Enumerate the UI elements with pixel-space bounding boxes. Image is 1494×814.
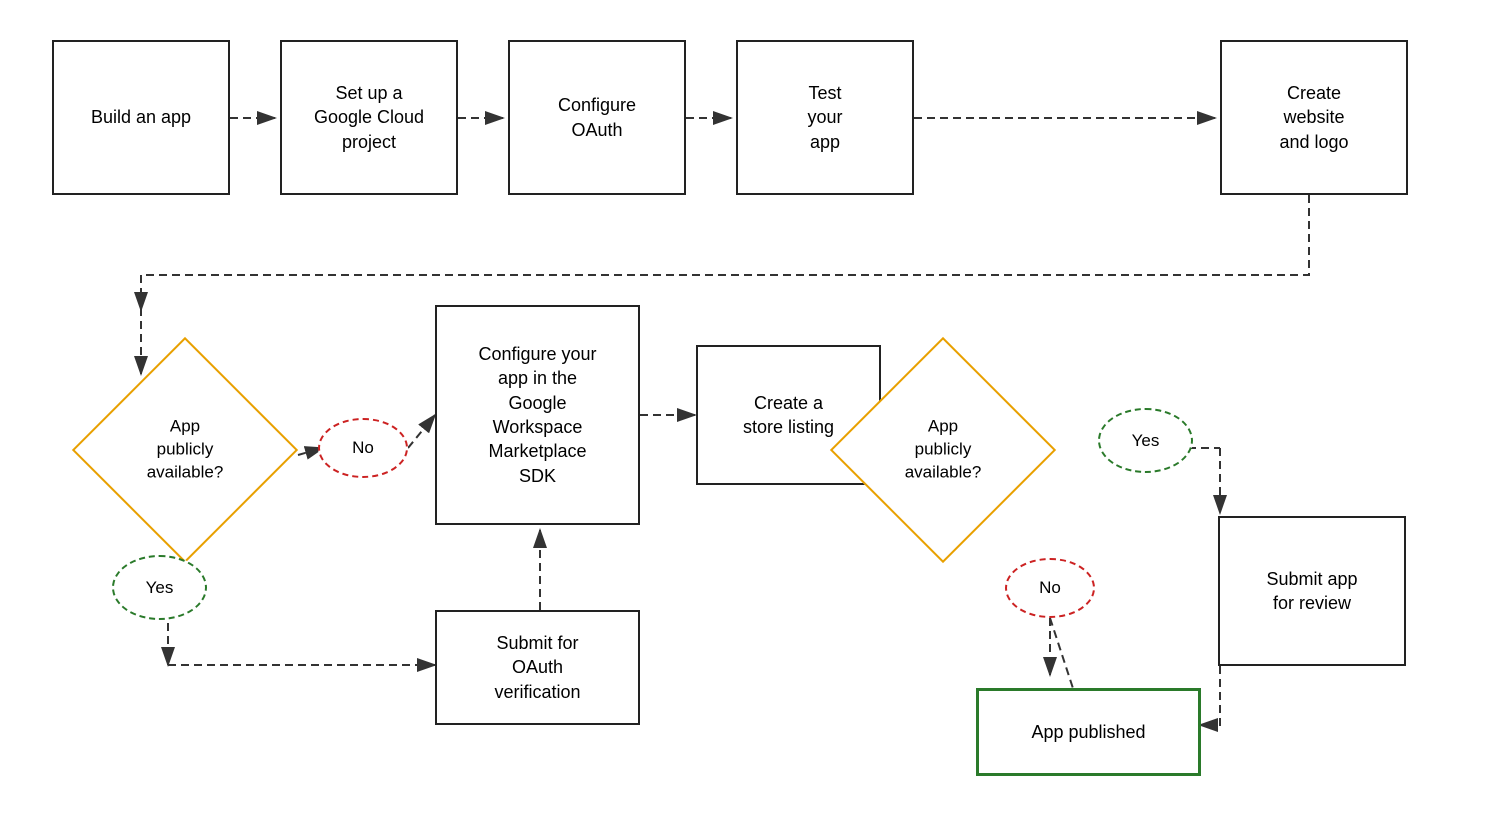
google-cloud-box: Set up aGoogle Cloudproject <box>280 40 458 195</box>
configure-workspace-box: Configure yourapp in theGoogleWorkspaceM… <box>435 305 640 525</box>
submit-review-label: Submit appfor review <box>1266 567 1357 616</box>
left-diamond <box>72 337 298 563</box>
right-diamond-container: Apppubliclyavailable? <box>858 365 1028 535</box>
build-app-box: Build an app <box>52 40 230 195</box>
website-logo-box: Createwebsiteand logo <box>1220 40 1408 195</box>
test-app-box: Testyourapp <box>736 40 914 195</box>
flowchart-diagram: Build an app Set up aGoogle Cloudproject… <box>0 0 1494 814</box>
no-left-label: No <box>352 438 374 458</box>
build-app-label: Build an app <box>91 105 191 129</box>
left-diamond-container: Apppubliclyavailable? <box>100 365 270 535</box>
no-oval-left: No <box>318 418 408 478</box>
yes-left-label: Yes <box>146 578 174 598</box>
configure-oauth-box: ConfigureOAuth <box>508 40 686 195</box>
no-right-label: No <box>1039 578 1061 598</box>
website-logo-label: Createwebsiteand logo <box>1279 81 1348 154</box>
no-oval-right: No <box>1005 558 1095 618</box>
google-cloud-label: Set up aGoogle Cloudproject <box>314 81 424 154</box>
yes-oval-left: Yes <box>112 555 207 620</box>
app-published-label: App published <box>1031 720 1145 744</box>
test-app-label: Testyourapp <box>807 81 842 154</box>
submit-oauth-box: Submit forOAuthverification <box>435 610 640 725</box>
yes-right-label: Yes <box>1132 431 1160 451</box>
create-store-label: Create astore listing <box>743 391 834 440</box>
submit-review-box: Submit appfor review <box>1218 516 1406 666</box>
right-diamond <box>830 337 1056 563</box>
configure-workspace-label: Configure yourapp in theGoogleWorkspaceM… <box>478 342 596 488</box>
configure-oauth-label: ConfigureOAuth <box>558 93 636 142</box>
yes-oval-right: Yes <box>1098 408 1193 473</box>
app-published-box: App published <box>976 688 1201 776</box>
submit-oauth-label: Submit forOAuthverification <box>494 631 580 704</box>
